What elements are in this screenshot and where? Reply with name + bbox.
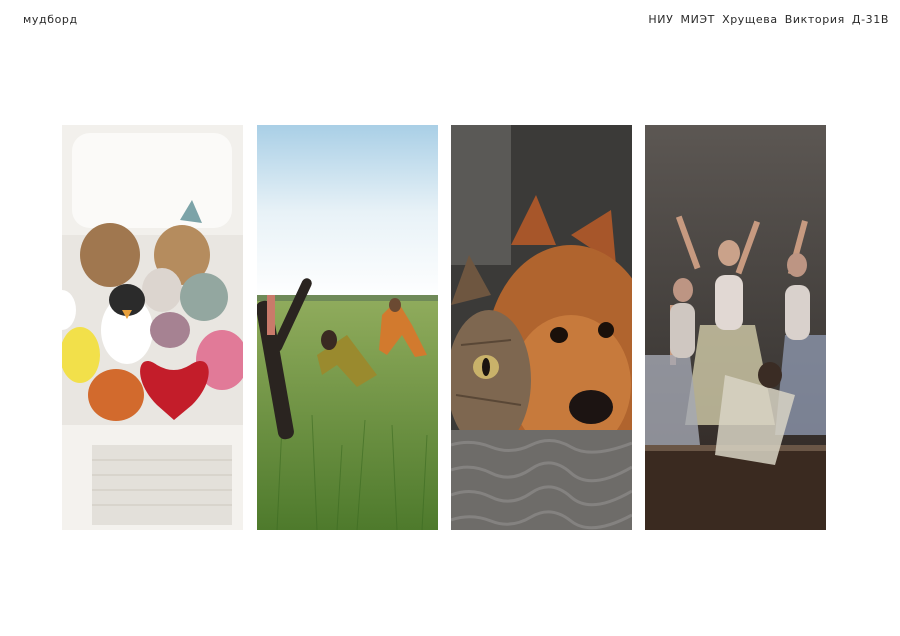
image-cat-dog (451, 125, 632, 530)
image-yoga-meadow (257, 125, 438, 530)
moodboard-title: мудборд (23, 13, 78, 26)
image-plush-toys (62, 125, 243, 530)
author-caption: НИУ МИЭТ Хрущева Виктория Д-31В (648, 13, 889, 26)
image-ballet-dancers (645, 125, 826, 530)
